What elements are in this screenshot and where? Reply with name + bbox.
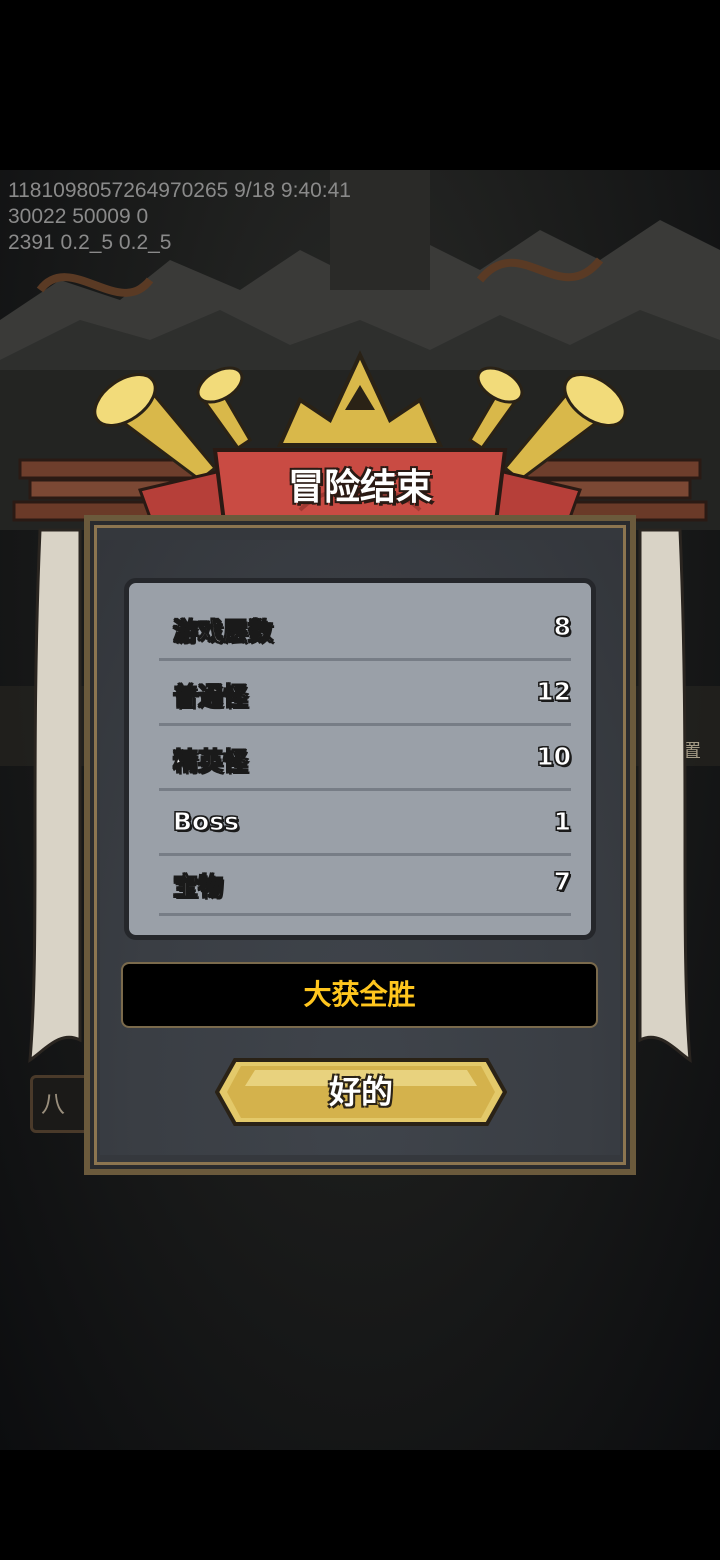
stat-row-normal-monsters: 普通怪 12 bbox=[159, 663, 571, 726]
stat-row-treasures: 宝物 7 bbox=[159, 853, 572, 916]
stat-label: Boss bbox=[173, 807, 240, 837]
stat-label: 游戏层数 bbox=[172, 617, 274, 647]
adventure-end-dialog: 冒险结束 游戏层数 8 普通怪 12 精英怪 10 Boss 1 宝物 7 大获… bbox=[0, 340, 720, 1200]
result-banner: 大获全胜 bbox=[121, 962, 598, 1028]
debug-line-3: 2391 0.2_5 0.2_5 bbox=[8, 231, 172, 254]
stat-row-boss: Boss 1 bbox=[159, 793, 572, 856]
stat-value: 10 bbox=[536, 742, 572, 772]
stat-value: 7 bbox=[553, 867, 571, 897]
stat-row-floors: 游戏层数 8 bbox=[159, 598, 572, 661]
ok-button[interactable]: 好的 bbox=[215, 1056, 507, 1128]
stat-value: 1 bbox=[553, 807, 571, 837]
stat-label: 普通怪 bbox=[172, 682, 249, 712]
stat-value: 12 bbox=[536, 677, 572, 707]
dialog-title: 冒险结束 bbox=[287, 467, 432, 508]
stat-label: 宝物 bbox=[172, 872, 224, 902]
stats-panel: 游戏层数 8 普通怪 12 精英怪 10 Boss 1 宝物 7 bbox=[124, 578, 596, 940]
debug-info: 1181098057264970265 9/18 9:40:41 30022 5… bbox=[8, 178, 351, 256]
ok-button-label: 好的 bbox=[328, 1073, 393, 1111]
stat-row-elite-monsters: 精英怪 10 bbox=[159, 728, 571, 791]
debug-line-1: 1181098057264970265 9/18 9:40:41 bbox=[8, 179, 351, 202]
stat-value: 8 bbox=[553, 612, 571, 642]
debug-line-2: 30022 50009 0 bbox=[8, 205, 149, 228]
stat-label: 精英怪 bbox=[172, 747, 249, 777]
